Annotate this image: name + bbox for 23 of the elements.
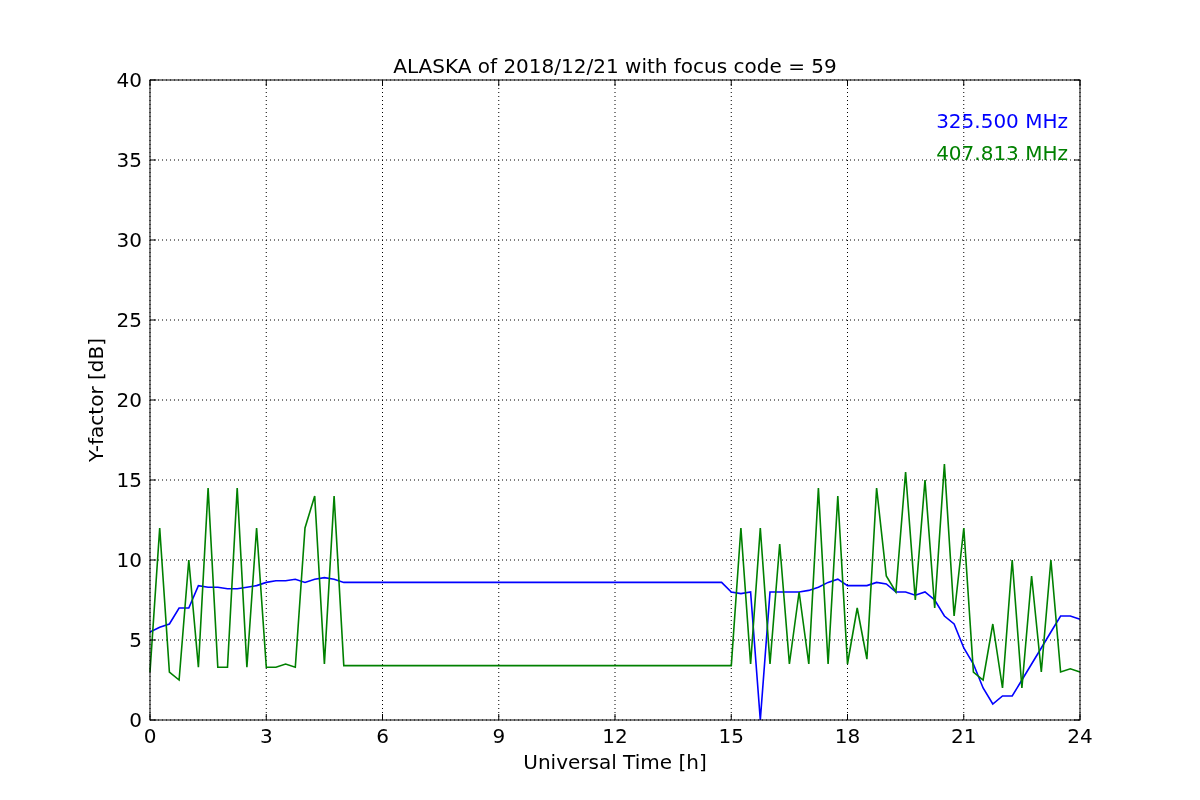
chart-title: ALASKA of 2018/12/21 with focus code = 59 bbox=[393, 54, 837, 78]
legend-label: 407.813 MHz bbox=[936, 141, 1068, 165]
tick-label: 24 bbox=[1067, 724, 1093, 748]
legend-label: 325.500 MHz bbox=[936, 109, 1068, 133]
x-axis-label: Universal Time [h] bbox=[523, 750, 707, 774]
tick-label: 18 bbox=[834, 724, 861, 748]
tick-label: 10 bbox=[116, 548, 142, 572]
tick-label: 25 bbox=[116, 308, 142, 332]
tick-label: 0 bbox=[143, 724, 157, 748]
tick-label: 35 bbox=[116, 148, 142, 172]
tick-label: 9 bbox=[492, 724, 506, 748]
tick-label: 12 bbox=[602, 724, 628, 748]
tick-label: 5 bbox=[129, 628, 142, 652]
tick-label: 6 bbox=[376, 724, 389, 748]
tick-label: 21 bbox=[951, 724, 977, 748]
tick-label: 3 bbox=[259, 724, 273, 748]
tick-label: 40 bbox=[116, 68, 142, 92]
tick-label: 15 bbox=[116, 468, 142, 492]
y-axis-label: Y-factor [dB] bbox=[84, 338, 108, 462]
tick-label: 20 bbox=[116, 388, 142, 412]
tick-label: 0 bbox=[129, 708, 142, 732]
tick-label: 30 bbox=[116, 228, 142, 252]
tick-label: 15 bbox=[718, 724, 744, 748]
